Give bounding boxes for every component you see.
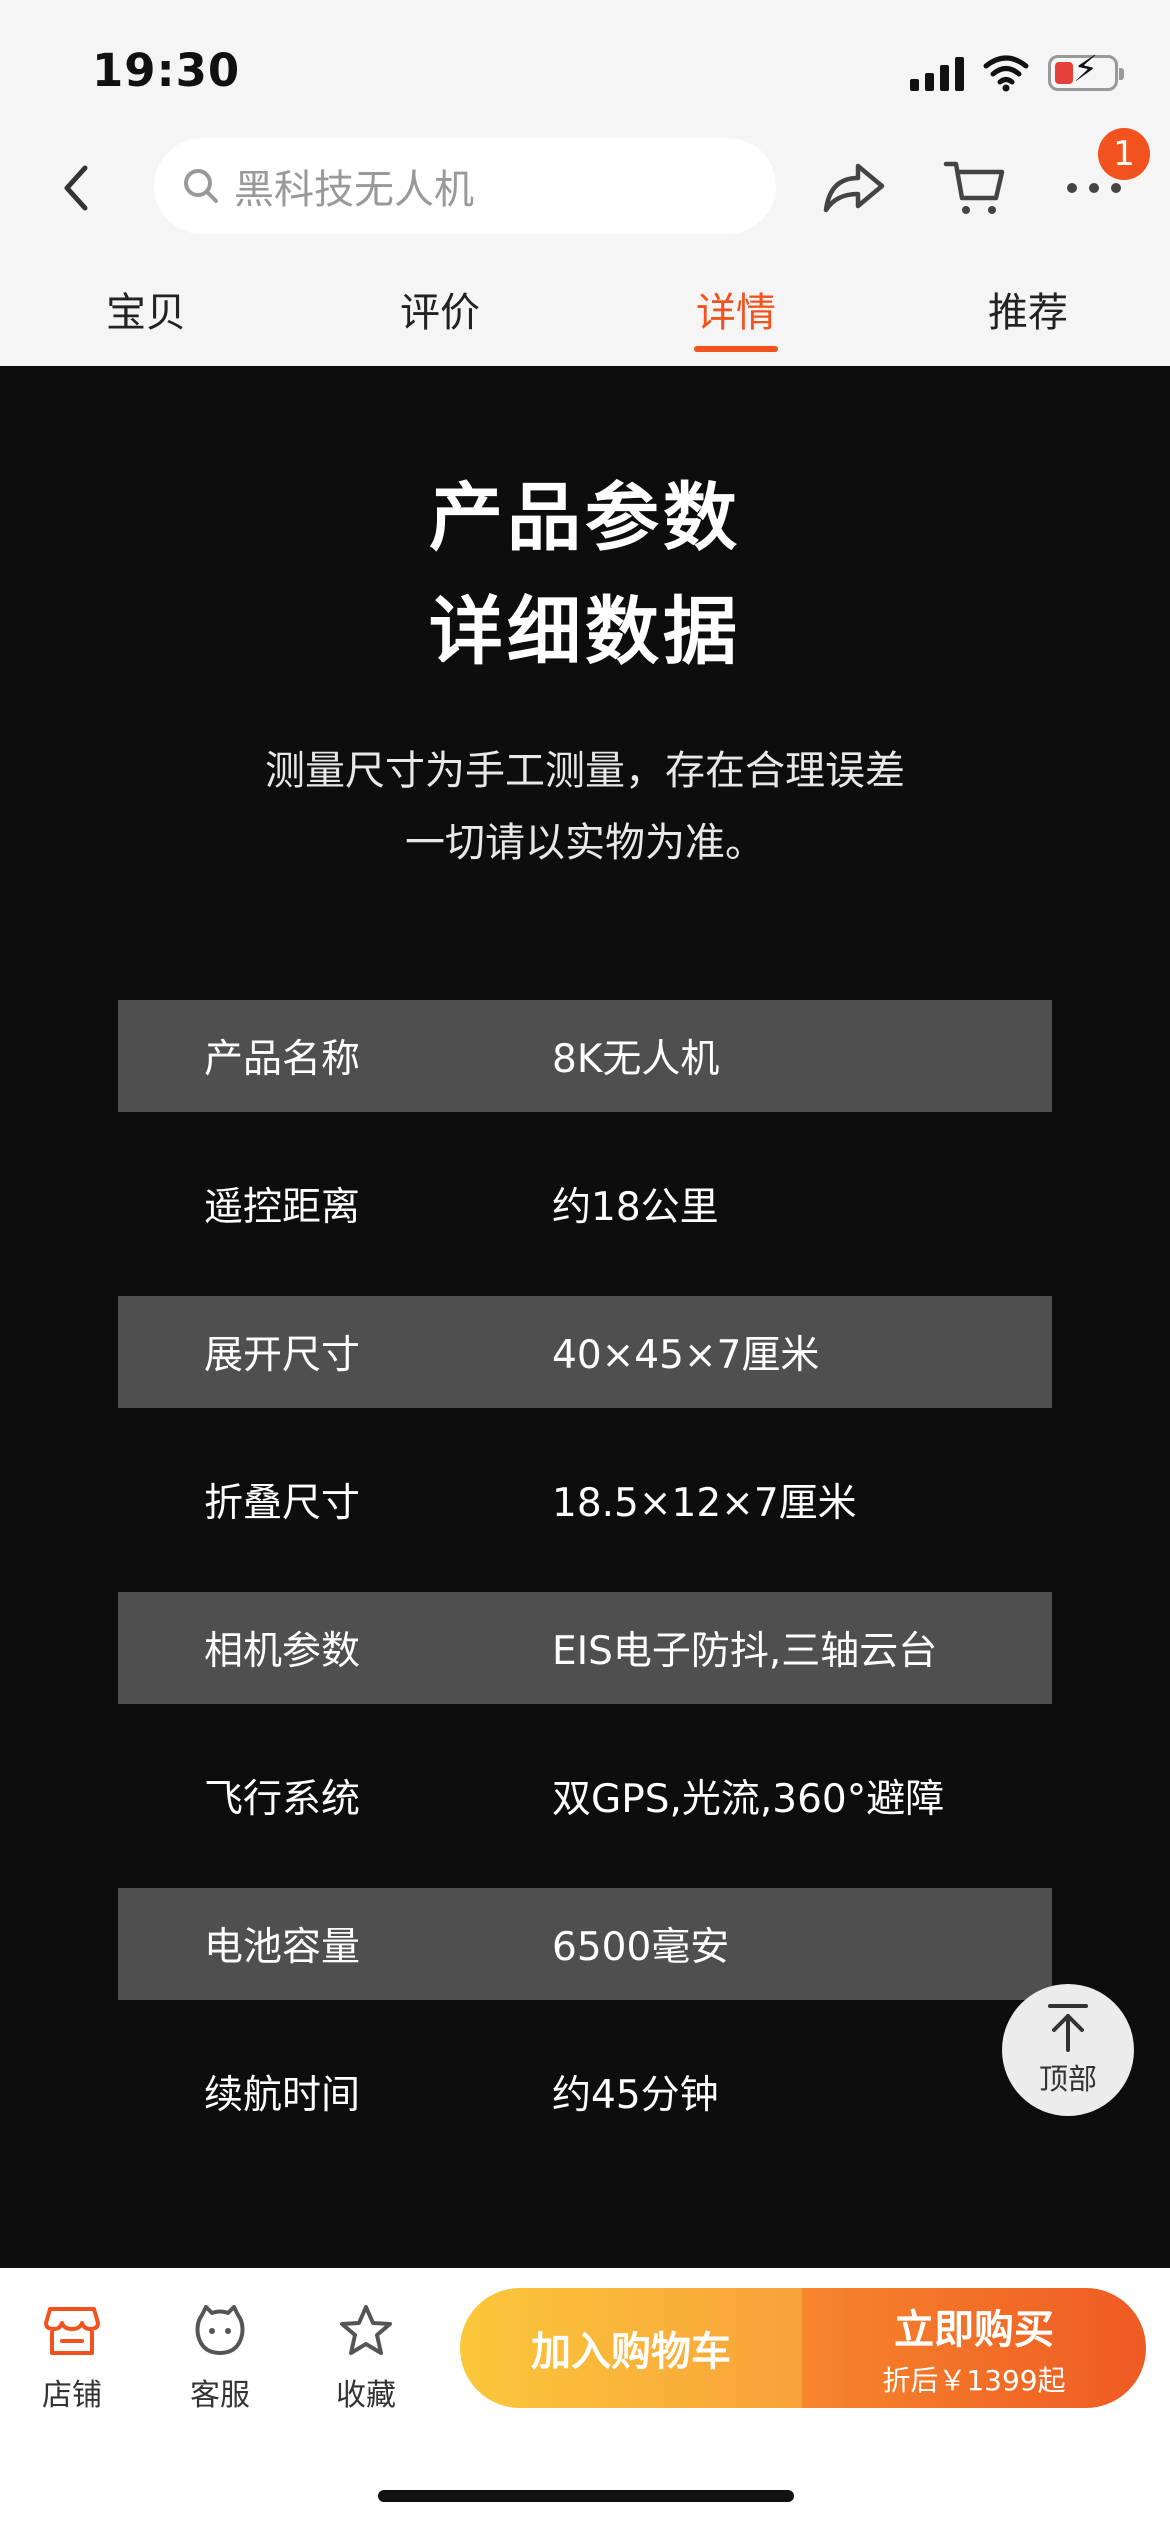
arrow-up-icon xyxy=(1048,2004,1088,2052)
home-indicator xyxy=(378,2490,794,2502)
spec-label: 相机参数 xyxy=(204,1629,361,1674)
spec-row: 飞行系统 双GPS,光流,360°避障 xyxy=(118,1740,1052,1852)
header: 19:30 ⚡ 黑科技无人机 1 宝贝 评价 详情 推荐 xyxy=(0,0,1170,366)
search-placeholder: 黑科技无人机 xyxy=(234,167,474,213)
shop-label: 店铺 xyxy=(42,2378,102,2413)
tab-bar: 宝贝 评价 详情 推荐 xyxy=(0,280,1170,366)
buy-now-button[interactable]: 立即购买 折后￥1399起 xyxy=(802,2288,1146,2408)
detail-title-line2: 详细数据 xyxy=(429,589,741,675)
more-dots-icon xyxy=(1067,183,1121,193)
store-icon xyxy=(41,2300,103,2362)
search-input[interactable]: 黑科技无人机 xyxy=(154,138,776,234)
spec-value: 18.5×12×7厘米 xyxy=(552,1481,857,1526)
search-icon xyxy=(178,163,224,209)
spec-value: EIS电子防抖,三轴云台 xyxy=(552,1629,938,1674)
spec-label: 展开尺寸 xyxy=(204,1333,361,1378)
spec-row: 展开尺寸 40×45×7厘米 xyxy=(118,1296,1052,1408)
spec-label: 折叠尺寸 xyxy=(204,1481,361,1526)
tab-details[interactable]: 详情 xyxy=(656,280,816,338)
shop-button[interactable]: 店铺 xyxy=(22,2300,122,2414)
battery-icon: ⚡ xyxy=(1048,52,1124,91)
product-detail-content: 产品参数 详细数据 测量尺寸为手工测量，存在合理误差 一切请以实物为准。 产品名… xyxy=(0,366,1170,2268)
back-to-top-label: 顶部 xyxy=(1038,2062,1097,2096)
spec-row: 遥控距离 约18公里 xyxy=(118,1148,1052,1260)
spec-value: 约45分钟 xyxy=(552,2073,719,2118)
cart-icon xyxy=(943,161,1005,214)
spec-value: 双GPS,光流,360°避障 xyxy=(552,1777,945,1822)
status-bar: 19:30 ⚡ xyxy=(0,0,1170,130)
back-button[interactable] xyxy=(48,160,104,216)
cart-button[interactable] xyxy=(938,152,1010,224)
detail-title-line1: 产品参数 xyxy=(429,475,741,561)
chevron-left-icon xyxy=(64,165,88,211)
spec-value: 8K无人机 xyxy=(552,1037,720,1082)
tab-item[interactable]: 宝贝 xyxy=(66,280,226,338)
add-to-cart-button[interactable]: 加入购物车 xyxy=(460,2288,802,2408)
back-to-top-button[interactable]: 顶部 xyxy=(1002,1984,1134,2116)
spec-label: 产品名称 xyxy=(204,1037,361,1082)
favorite-label: 收藏 xyxy=(336,2378,396,2413)
share-button[interactable] xyxy=(818,152,890,224)
nav-row: 黑科技无人机 xyxy=(0,132,1170,244)
active-tab-indicator xyxy=(694,346,778,352)
spec-value: 约18公里 xyxy=(552,1185,719,1230)
notification-badge: 1 xyxy=(1098,128,1150,180)
spec-label: 续航时间 xyxy=(204,2073,361,2118)
product-detail-page: 19:30 ⚡ 黑科技无人机 1 宝贝 评价 详情 推荐 产品参数 详细数据 测… xyxy=(0,0,1170,2532)
spec-value: 40×45×7厘米 xyxy=(552,1333,820,1378)
tab-recommend[interactable]: 推荐 xyxy=(948,280,1108,338)
spec-value: 6500毫安 xyxy=(552,1925,730,1970)
cellular-signal-icon xyxy=(910,55,964,91)
buy-now-price: 折后￥1399起 xyxy=(882,2364,1066,2397)
service-label: 客服 xyxy=(190,2378,250,2413)
detail-note-line2: 一切请以实物为准。 xyxy=(405,820,765,866)
buy-now-label: 立即购买 xyxy=(894,2307,1054,2353)
spec-row: 续航时间 约45分钟 xyxy=(118,2036,1052,2148)
tab-reviews[interactable]: 评价 xyxy=(360,280,520,338)
chat-face-icon xyxy=(189,2300,251,2362)
spec-row: 折叠尺寸 18.5×12×7厘米 xyxy=(118,1444,1052,1556)
spec-label: 飞行系统 xyxy=(204,1777,361,1822)
share-icon xyxy=(823,163,885,213)
detail-note-line1: 测量尺寸为手工测量，存在合理误差 xyxy=(265,748,905,794)
favorite-button[interactable]: 收藏 xyxy=(316,2300,416,2414)
spec-label: 电池容量 xyxy=(204,1925,361,1970)
star-icon xyxy=(335,2300,397,2362)
spec-row: 电池容量 6500毫安 xyxy=(118,1888,1052,2000)
status-icons: ⚡ xyxy=(910,48,1124,98)
spec-row: 相机参数 EIS电子防抖,三轴云台 xyxy=(118,1592,1052,1704)
spec-label: 遥控距离 xyxy=(204,1185,361,1230)
wifi-icon xyxy=(983,55,1029,92)
customer-service-button[interactable]: 客服 xyxy=(170,2300,270,2414)
spec-row: 产品名称 8K无人机 xyxy=(118,1000,1052,1112)
status-time: 19:30 xyxy=(92,44,241,97)
